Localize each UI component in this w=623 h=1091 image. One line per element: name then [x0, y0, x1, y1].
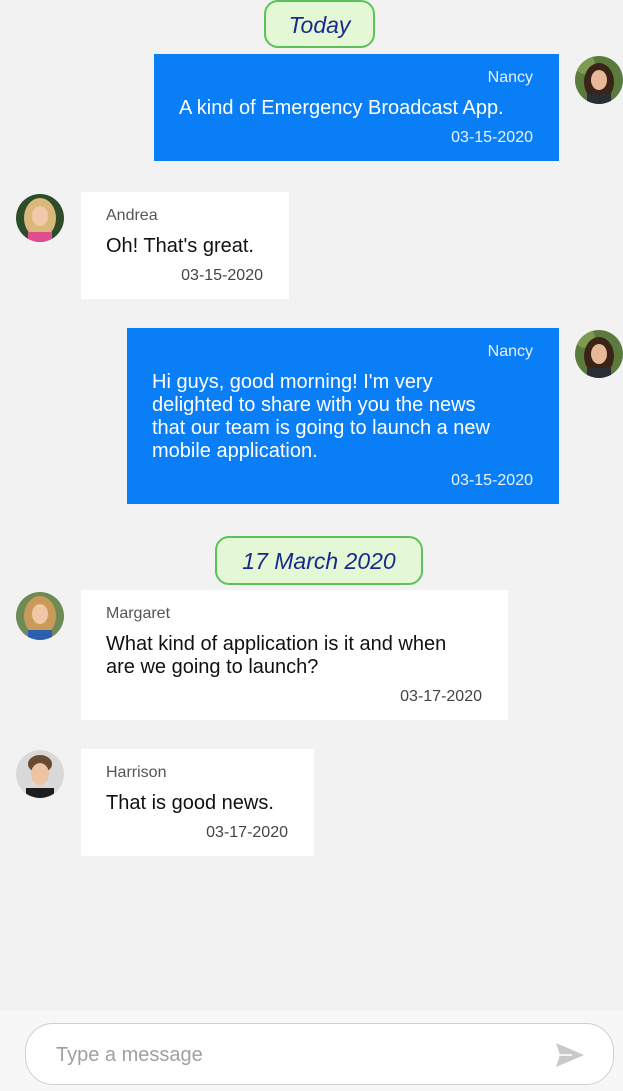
message-text: Hi guys, good morning! I'm very delighte… — [152, 371, 490, 462]
avatar-margaret[interactable] — [16, 592, 64, 640]
avatar-nancy[interactable] — [575, 330, 623, 378]
message-sender: Nancy — [487, 69, 533, 86]
date-separator-label: Today — [288, 12, 351, 38]
message-bubble-incoming[interactable]: Andrea Oh! That's great. 03-15-2020 — [81, 192, 289, 299]
message-text: What kind of application is it and when … — [106, 633, 447, 678]
message-sender: Nancy — [487, 343, 533, 360]
message-bubble-outgoing[interactable]: Nancy A kind of Emergency Broadcast App.… — [154, 54, 559, 161]
message-timestamp: 03-17-2020 — [400, 688, 482, 705]
message-timestamp: 03-15-2020 — [451, 472, 533, 489]
date-separator-today: Today — [264, 0, 375, 48]
avatar-harrison[interactable] — [16, 750, 64, 798]
message-input[interactable] — [54, 1038, 538, 1072]
message-bubble-incoming[interactable]: Harrison That is good news. 03-17-2020 — [81, 749, 314, 856]
message-bubble-incoming[interactable]: Margaret What kind of application is it … — [81, 590, 508, 720]
date-separator-label: 17 March 2020 — [242, 548, 396, 574]
message-timestamp: 03-15-2020 — [181, 267, 263, 284]
message-text: A kind of Emergency Broadcast App. — [179, 97, 504, 119]
message-bubble-outgoing[interactable]: Nancy Hi guys, good morning! I'm very de… — [127, 328, 559, 504]
avatar-andrea[interactable] — [16, 194, 64, 242]
message-text: Oh! That's great. — [106, 235, 254, 257]
message-sender: Margaret — [106, 605, 171, 622]
message-sender: Harrison — [106, 764, 167, 781]
message-sender: Andrea — [106, 207, 158, 224]
avatar-nancy[interactable] — [575, 56, 623, 104]
message-timestamp: 03-17-2020 — [206, 824, 288, 841]
message-composer — [25, 1023, 614, 1085]
date-separator: 17 March 2020 — [215, 536, 423, 585]
message-timestamp: 03-15-2020 — [451, 129, 533, 146]
send-icon[interactable] — [554, 1041, 586, 1069]
message-text: That is good news. — [106, 792, 274, 814]
